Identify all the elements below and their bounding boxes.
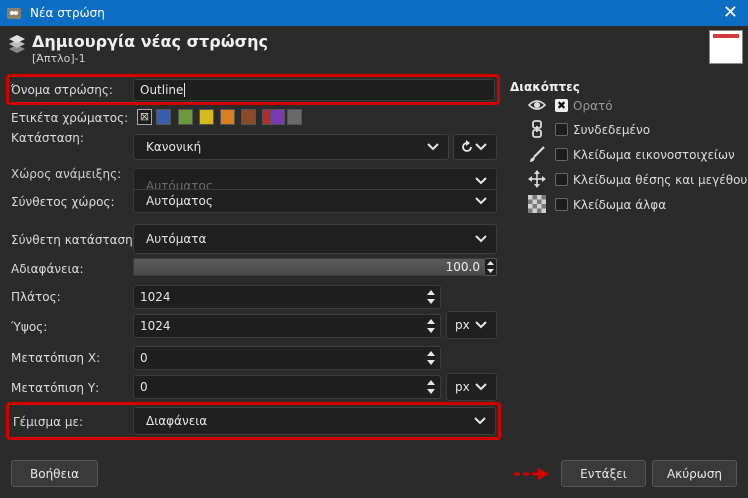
window-title: Νέα στρώση xyxy=(30,6,105,20)
text-cursor xyxy=(184,83,186,97)
width-label: Πλάτος: xyxy=(11,290,61,304)
chevron-down-icon xyxy=(475,197,487,205)
lock-pixels-checkbox[interactable] xyxy=(555,148,568,161)
dialog-header: Δημιουργία νέας στρώσης [Άπτλο]-1 xyxy=(0,26,748,70)
visible-checkbox[interactable]: ✖ xyxy=(555,99,568,112)
linked-checkbox[interactable] xyxy=(555,123,568,136)
width-value: 1024 xyxy=(140,290,171,304)
composite-mode-value: Αυτόματα xyxy=(146,232,207,246)
switches-title: Διακόπτες xyxy=(510,80,580,94)
lock-alpha-label: Κλείδωμα άλφα xyxy=(573,198,667,212)
linked-label: Συνδεδεμένο xyxy=(573,123,651,137)
color-tag-brown[interactable] xyxy=(241,109,256,125)
color-tag-label: Ετικέτα χρώματος: xyxy=(11,111,129,125)
offset-x-label: Μετατόπιση Χ: xyxy=(11,351,101,365)
layer-name-label: Όνομα στρώσης: xyxy=(11,83,113,97)
chevron-down-icon xyxy=(475,143,487,151)
chevron-down-icon xyxy=(475,177,487,185)
new-layer-icon xyxy=(9,35,25,53)
height-spin-buttons[interactable] xyxy=(426,317,436,335)
width-input[interactable]: 1024 xyxy=(133,285,441,309)
ok-button-label: Εντάξει xyxy=(580,466,627,481)
layer-name-value: Outline xyxy=(140,83,184,97)
arrow-right-icon xyxy=(514,468,549,480)
opacity-spin-buttons[interactable] xyxy=(484,258,497,276)
mode-label: Κατάσταση: xyxy=(11,131,84,145)
chevron-down-icon xyxy=(475,235,487,243)
composite-space-value: Αυτόματος xyxy=(146,194,213,208)
eye-icon xyxy=(528,100,546,110)
move-icon xyxy=(528,170,546,188)
spin-arrows-icon xyxy=(427,290,435,304)
lock-position-checkbox[interactable] xyxy=(555,173,568,186)
mode-reset-button[interactable] xyxy=(453,134,497,160)
spin-arrows-icon xyxy=(427,351,435,365)
color-tag-yellow[interactable] xyxy=(199,109,214,125)
color-tag-gray[interactable] xyxy=(287,109,302,125)
size-unit-select[interactable]: px xyxy=(446,311,497,339)
composite-space-label: Σύνθετος χώρος: xyxy=(11,195,115,209)
composite-mode-label: Σύνθετη κατάσταση: xyxy=(11,233,137,247)
fill-value: Διαφάνεια xyxy=(146,414,208,428)
lock-position-label: Κλείδωμα θέσης και μεγέθους xyxy=(573,173,748,187)
offset-unit-select[interactable]: px xyxy=(446,373,497,401)
thumbnail-logo xyxy=(713,34,739,38)
offset-unit-value: px xyxy=(455,380,470,394)
composite-space-select[interactable]: Αυτόματος xyxy=(133,189,497,213)
fill-select[interactable]: Διαφάνεια xyxy=(133,407,496,435)
spin-arrows-icon xyxy=(427,319,435,333)
opacity-label: Αδιαφάνεια: xyxy=(11,262,84,276)
spin-arrows-icon xyxy=(427,380,435,394)
checker-icon xyxy=(528,195,546,213)
ok-button[interactable]: Εντάξει xyxy=(561,460,646,487)
offset-x-input[interactable]: 0 xyxy=(133,346,441,370)
layer-name-input[interactable]: Outline xyxy=(133,79,495,101)
chain-icon xyxy=(532,120,542,138)
opacity-value: 100.0 xyxy=(445,260,480,274)
blend-space-label: Χώρος ανάμειξης: xyxy=(11,167,122,181)
dialog-subtitle: [Άπτλο]-1 xyxy=(32,52,86,65)
offset-y-label: Μετατόπιση Υ: xyxy=(11,381,100,395)
opacity-slider[interactable]: 100.0 xyxy=(133,258,485,276)
help-button-label: Βοήθεια xyxy=(30,466,79,481)
offset-x-spin-buttons[interactable] xyxy=(426,349,436,367)
fill-label: Γέμισμα με: xyxy=(13,415,83,429)
gimp-app-icon xyxy=(7,8,21,19)
help-button[interactable]: Βοήθεια xyxy=(11,460,98,487)
spin-arrows-icon xyxy=(487,261,494,273)
height-label: Ύψος: xyxy=(11,320,48,334)
chevron-down-icon xyxy=(427,143,439,151)
visible-label: Ορατό xyxy=(573,99,613,113)
reset-icon xyxy=(462,140,472,152)
image-thumbnail xyxy=(709,30,743,64)
mode-value: Κανονική xyxy=(146,140,202,154)
color-tag-violet[interactable] xyxy=(270,109,285,125)
cancel-button-label: Ακύρωση xyxy=(666,466,723,481)
color-tag-blue[interactable] xyxy=(156,109,171,125)
chevron-down-icon xyxy=(475,321,487,329)
width-spin-buttons[interactable] xyxy=(426,288,436,306)
color-tag-none[interactable]: ⊠ xyxy=(137,109,152,125)
color-tag-green[interactable] xyxy=(178,109,193,125)
height-input[interactable]: 1024 xyxy=(133,314,441,338)
height-value: 1024 xyxy=(140,319,171,333)
composite-mode-select[interactable]: Αυτόματα xyxy=(133,224,497,254)
offset-y-value: 0 xyxy=(140,380,148,394)
offset-y-input[interactable]: 0 xyxy=(133,375,441,399)
offset-y-spin-buttons[interactable] xyxy=(426,378,436,396)
cancel-button[interactable]: Ακύρωση xyxy=(652,460,737,487)
brush-icon xyxy=(530,146,545,162)
offset-x-value: 0 xyxy=(140,351,148,365)
size-unit-value: px xyxy=(455,318,470,332)
lock-alpha-checkbox[interactable] xyxy=(555,198,568,211)
dialog-title: Δημιουργία νέας στρώσης xyxy=(32,32,268,51)
chevron-down-icon xyxy=(474,417,486,425)
window-titlebar: Νέα στρώση ✕ xyxy=(0,0,748,26)
mode-select[interactable]: Κανονική xyxy=(133,134,449,160)
color-tag-orange[interactable] xyxy=(220,109,235,125)
chevron-down-icon xyxy=(475,383,487,391)
close-icon[interactable]: ✕ xyxy=(723,2,738,23)
lock-pixels-label: Κλείδωμα εικονοστοιχείων xyxy=(573,148,735,162)
